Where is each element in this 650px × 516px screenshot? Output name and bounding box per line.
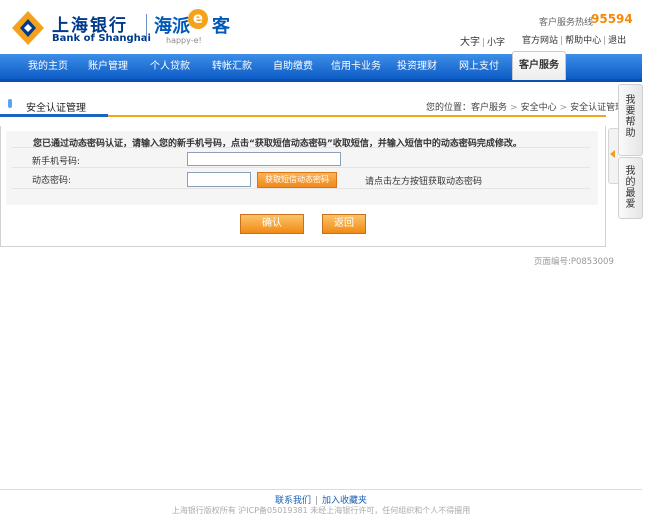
sub-brand-cn: 海派 [154, 16, 190, 37]
code-label: 动态密码: [32, 176, 72, 186]
breadcrumb: 您的位置：客户服务 > 安全中心 > 安全认证管理 [426, 100, 624, 113]
code-hint: 请点击左方按钮获取动态密码 [365, 177, 483, 187]
sub-brand-cn2: 客 [212, 16, 230, 37]
title-underline [108, 115, 606, 117]
page-code: 页面编号:P0853009 [534, 257, 614, 267]
phone-label: 新手机号码: [32, 157, 81, 167]
help-center-link[interactable]: 帮助中心 [565, 36, 601, 46]
hotline-number: 95594 [591, 12, 633, 26]
logout-link[interactable]: 退出 [608, 36, 626, 46]
nav-item-payment[interactable]: 自助缴费 [273, 54, 313, 79]
dynamic-code-input[interactable] [187, 172, 251, 187]
main-nav: 我的主页 账户管理 个人贷款 转帐汇款 自助缴费 信用卡业务 投资理财 网上支付… [0, 51, 642, 82]
back-button[interactable]: 返回 [322, 214, 366, 234]
sub-brand-en: happy-e! [166, 36, 202, 45]
notice-text: 您已通过动态密码认证，请输入您的新手机号码，点击“获取短信动态密码”收取短信，并… [33, 139, 522, 149]
side-tab-favorite-label: 我的最爱 [625, 166, 636, 210]
font-small-link[interactable]: 小字 [487, 38, 505, 48]
breadcrumb-arrow-icon: > [559, 103, 568, 113]
nav-item-loans[interactable]: 个人贷款 [150, 54, 190, 79]
font-large-link[interactable]: 大字 [460, 37, 480, 48]
page-title: 安全认证管理 [26, 103, 86, 114]
nav-item-accounts[interactable]: 账户管理 [88, 54, 128, 79]
top-links: 官方网站 | 帮助中心 | 退出 [522, 33, 626, 46]
copyright-text: 上海银行版权所有 沪ICP备05019381 未经上海银行许可，任何组织和个人不… [171, 506, 471, 515]
side-tab-favorite[interactable]: 我的最爱 [618, 157, 643, 219]
title-underline [0, 114, 108, 117]
breadcrumb-arrow-icon: > [510, 103, 518, 113]
breadcrumb-prefix: 您的位置： [426, 103, 472, 113]
breadcrumb-item[interactable]: 安全中心 [521, 103, 557, 113]
footer-divider [0, 489, 642, 490]
sub-brand-e-icon: e [188, 9, 208, 29]
row-divider [12, 167, 590, 168]
logo-divider [146, 14, 147, 42]
bank-logo-icon [12, 11, 44, 45]
breadcrumb-current: 安全认证管理 [570, 103, 625, 113]
hotline-label: 客户服务热线 [539, 18, 594, 28]
collapse-arrow-icon [610, 150, 615, 158]
nav-item-online-pay[interactable]: 网上支付 [459, 54, 499, 79]
new-phone-input[interactable] [187, 152, 341, 166]
font-size-switch: 大字 | 小字 [460, 33, 505, 48]
get-sms-code-button[interactable]: 获取短信动态密码 [257, 172, 337, 188]
separator: | [560, 36, 564, 46]
breadcrumb-item[interactable]: 客户服务 [471, 103, 507, 113]
side-tab-help[interactable]: 我要帮助 [618, 84, 643, 156]
row-divider [12, 188, 590, 189]
nav-item-credit-card[interactable]: 信用卡业务 [331, 54, 381, 79]
title-marker-icon [8, 99, 12, 108]
separator: | [603, 36, 607, 46]
nav-item-investment[interactable]: 投资理财 [397, 54, 437, 79]
nav-item-home[interactable]: 我的主页 [28, 54, 68, 79]
separator: | [482, 38, 486, 48]
confirm-button[interactable]: 确认 [240, 214, 304, 234]
nav-item-transfer[interactable]: 转帐汇款 [212, 54, 252, 79]
bank-name-en: Bank of Shanghai [52, 33, 151, 44]
official-site-link[interactable]: 官方网站 [522, 36, 558, 46]
side-tab-help-label: 我要帮助 [625, 95, 636, 139]
nav-item-customer-service[interactable]: 客户服务 [512, 51, 566, 80]
